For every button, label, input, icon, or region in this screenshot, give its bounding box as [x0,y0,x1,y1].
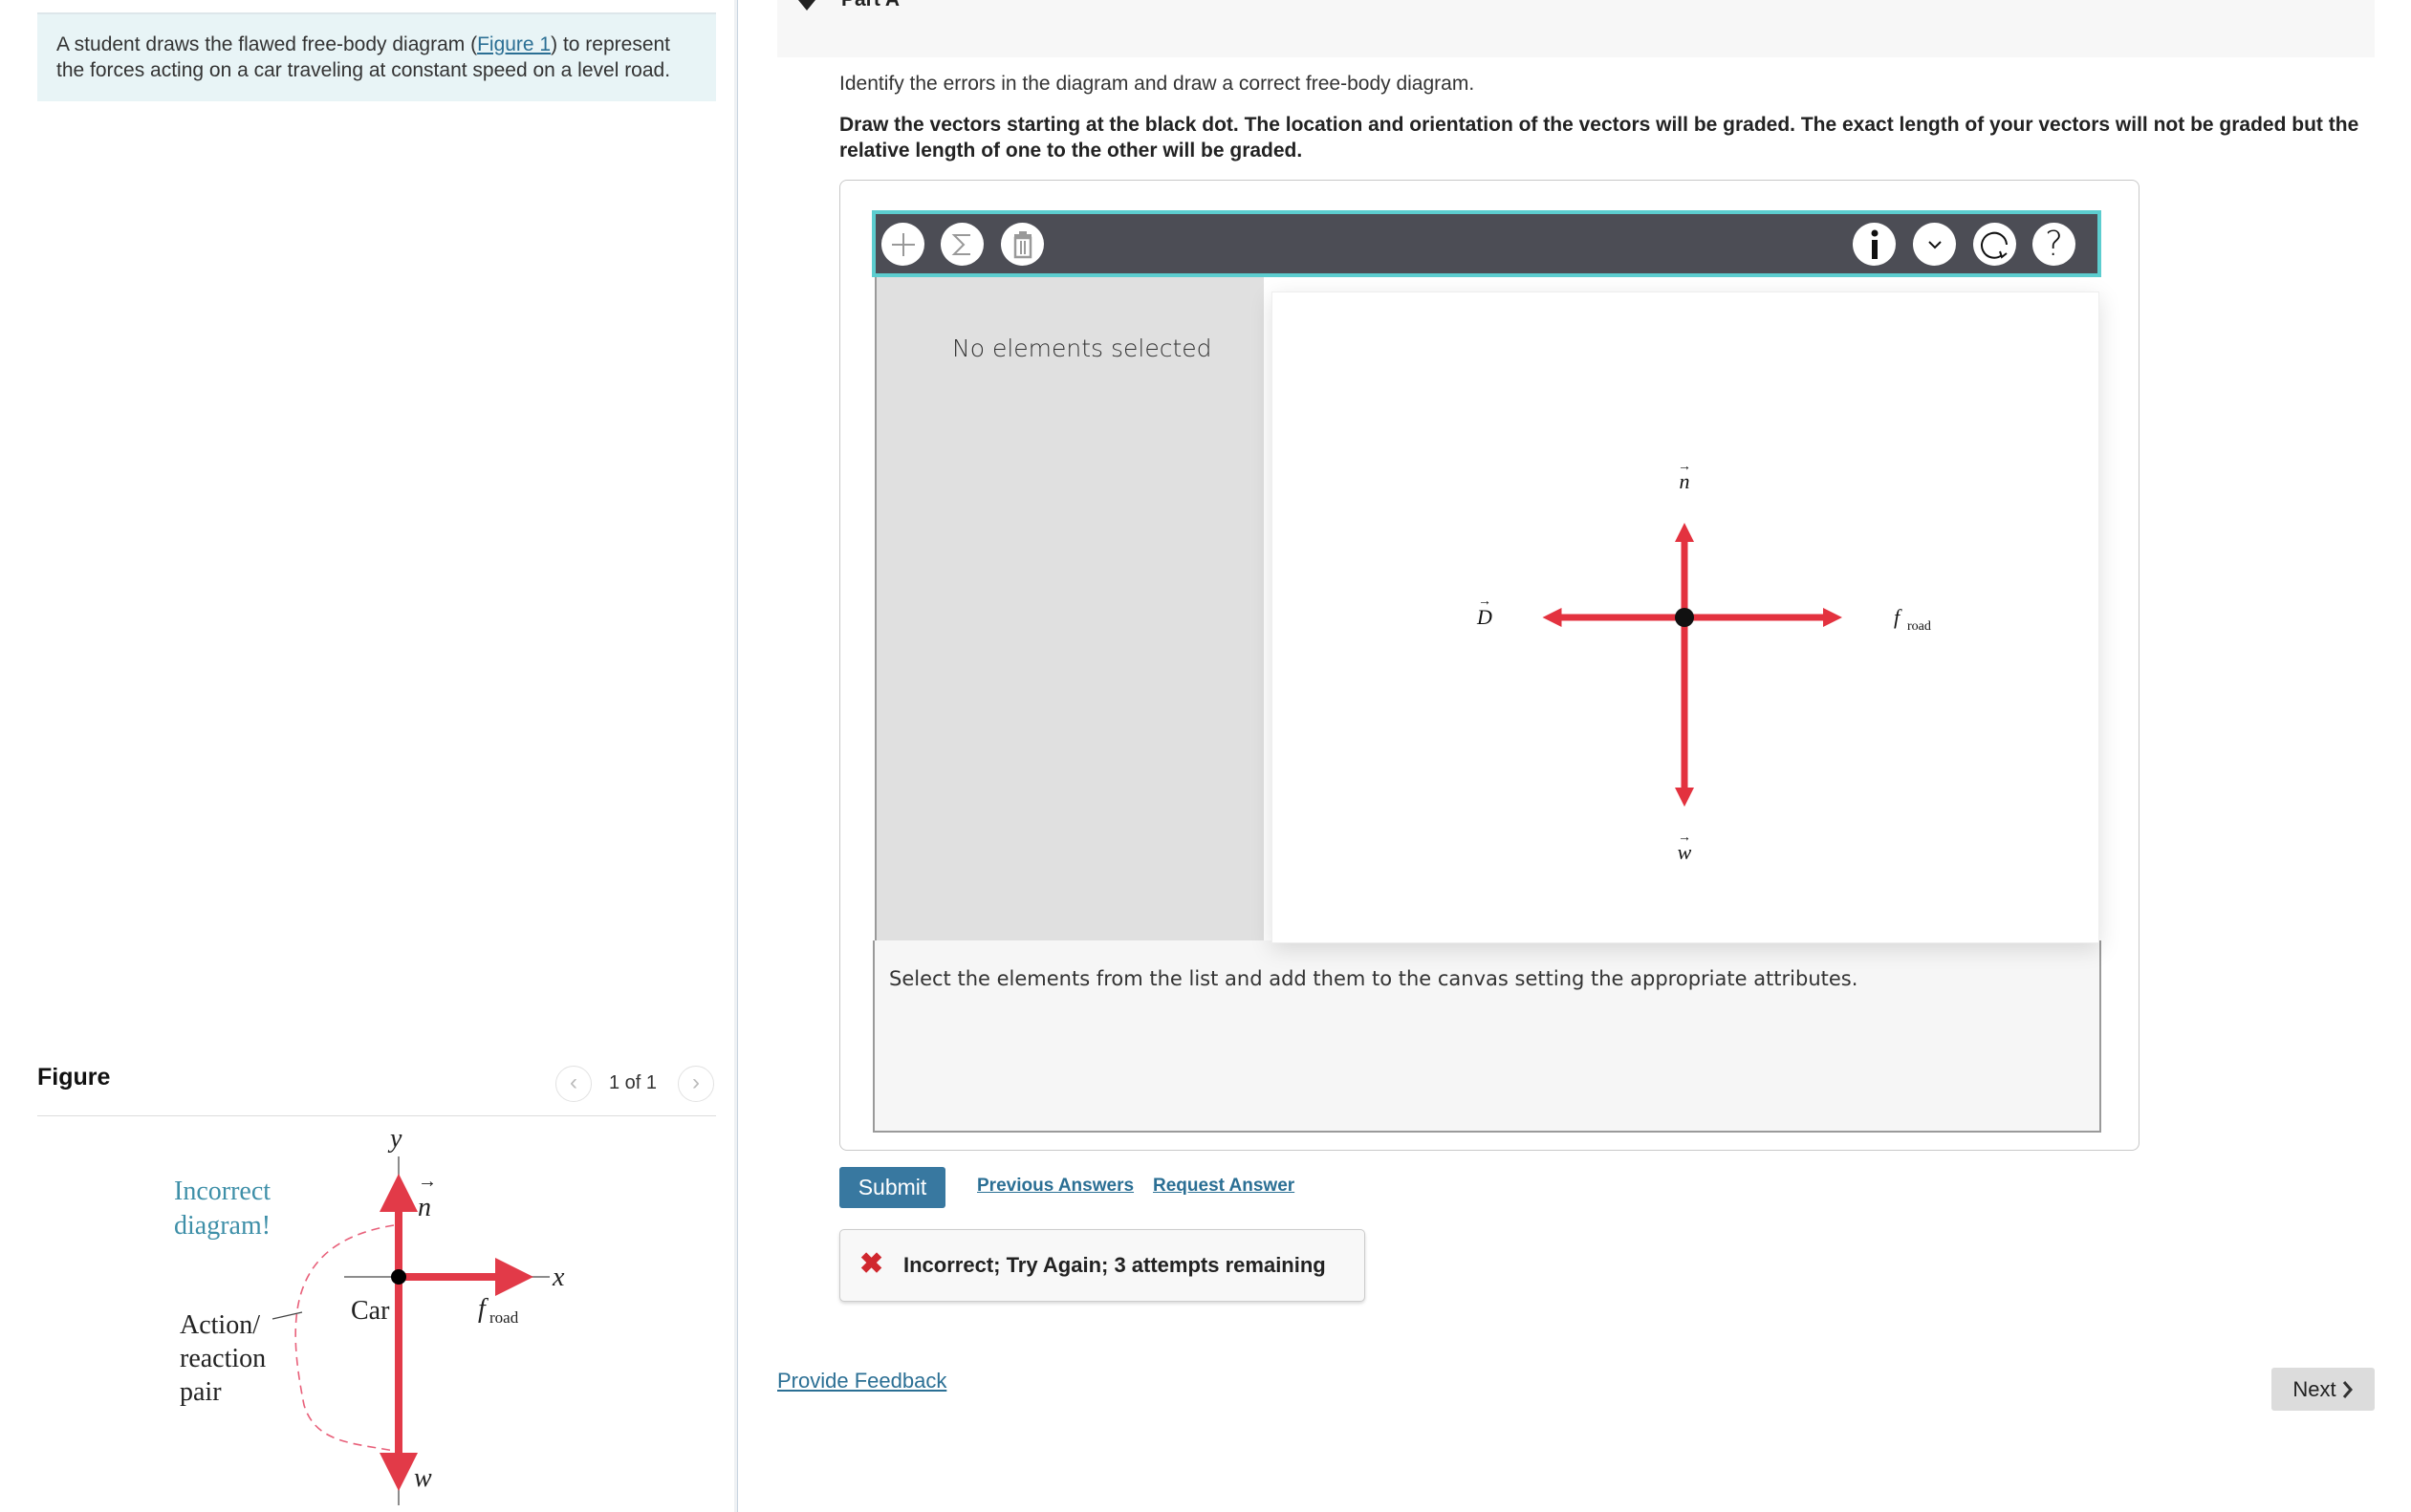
chevron-right-icon [2342,1380,2353,1398]
svg-text:→: → [1478,594,1491,609]
origin-dot[interactable] [1675,608,1694,627]
selection-status: No elements selected [952,335,1212,362]
instruction-bold: Draw the vectors starting at the black d… [839,114,2359,162]
flawed-free-body-diagram: y x n → f road w Car Incorrect diagram! … [174,1128,565,1505]
vector-n-arrowhead[interactable] [1675,523,1694,542]
svg-text:→: → [1678,460,1691,474]
svg-text:→: → [1678,831,1691,845]
request-answer-link[interactable]: Request Answer [1153,1176,1294,1197]
drawing-toolbar: ? [872,210,2101,277]
next-button[interactable]: Next [2271,1368,2375,1411]
feedback-text: Incorrect; Try Again; 3 attempts remaini… [903,1253,1326,1277]
vector-w-label: w [414,1463,432,1493]
previous-answers-link[interactable]: Previous Answers [977,1176,1134,1197]
hint-text: Select the elements from the list and ad… [889,967,1858,990]
vector-f-subscript: road [489,1308,519,1327]
instruction: Identify the errors in the diagram and d… [839,73,1475,95]
collapse-triangle-icon[interactable] [798,0,815,11]
add-button[interactable] [881,223,924,266]
feedback-message: ✖ Incorrect; Try Again; 3 attempts remai… [839,1229,1365,1302]
provide-feedback-link[interactable]: Provide Feedback [777,1369,946,1393]
vector-canvas[interactable]: n → D → f road w → [1272,292,2098,942]
annotation-line-1: Action/ [180,1310,260,1340]
figure-prev-button[interactable]: ‹ [555,1066,592,1102]
vector-n-label: n [418,1193,431,1222]
caption-line-1: Incorrect [174,1177,271,1206]
vector-f_road-arrowhead[interactable] [1823,608,1842,627]
vector-f-label: f [478,1294,489,1324]
trash-icon [1013,230,1032,258]
help-button[interactable]: ? [2032,223,2075,266]
figure-next-button[interactable]: › [678,1066,714,1102]
figure-page-indicator: 1 of 1 [609,1072,658,1093]
delete-button[interactable] [1001,223,1044,266]
action-reaction-arc [294,1224,395,1452]
next-label: Next [2292,1376,2336,1401]
x-axis-label: x [552,1263,565,1292]
properties-panel [875,277,1264,940]
sum-button[interactable] [941,223,984,266]
canvas-label-f-subscript: road [1907,619,1931,634]
chevron-right-icon: › [692,1069,700,1095]
car-dot [391,1269,406,1285]
chevron-left-icon: ‹ [570,1069,577,1095]
part-label: Part A [841,0,900,11]
vector-D-arrowhead[interactable] [1542,608,1562,627]
plus-icon [891,232,915,256]
problem-text: A student draws the flawed free-body dia… [56,33,478,55]
info-button[interactable] [1853,223,1896,266]
annotation-line-3: pair [180,1377,222,1407]
sigma-icon [951,233,970,255]
problem-statement: A student draws the flawed free-body dia… [37,12,716,101]
annotation-line-2: reaction [180,1344,266,1373]
more-button[interactable] [1913,223,1956,266]
column-divider[interactable] [734,0,738,1512]
part-header[interactable] [777,0,2375,57]
figure-link[interactable]: Figure 1 [477,33,551,55]
help-icon: ? [2044,225,2064,264]
reset-icon [1980,231,2008,259]
vector-w-arrowhead[interactable] [1675,788,1694,807]
x-icon: ✖ [859,1248,884,1280]
figure-divider [37,1115,716,1116]
canvas-label-f: f [1894,605,1902,629]
figure-title: Figure [37,1064,111,1091]
info-icon [1871,229,1878,259]
submit-button[interactable]: Submit [839,1167,945,1208]
drawing-canvas[interactable]: n → D → f road w → [1271,292,2099,943]
car-label: Car [351,1296,390,1326]
reset-button[interactable] [1973,223,2016,266]
y-axis-label: y [387,1128,402,1154]
annotation-leader [272,1311,303,1320]
svg-text:→: → [418,1171,437,1192]
chevron-down-icon [1927,240,1942,248]
caption-line-2: diagram! [174,1211,271,1241]
